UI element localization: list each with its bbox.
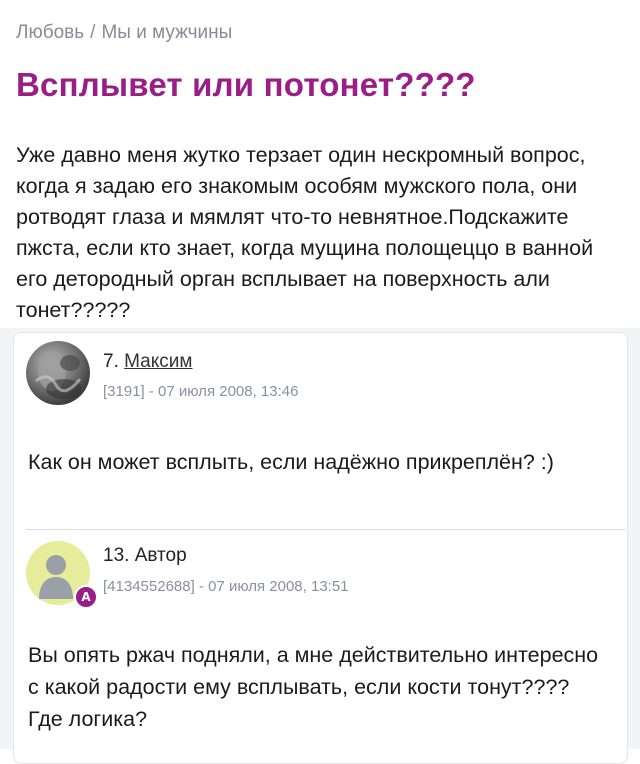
comment-text: Вы опять ржач подняли, а мне действитель… — [28, 643, 599, 731]
comment-author-link[interactable]: Максим — [124, 351, 192, 372]
comment-number: 7. — [103, 351, 119, 372]
comment-author-name: Автор — [134, 545, 187, 566]
comment-author-line: 7. Максим — [103, 351, 192, 373]
question-text: Уже давно меня жутко терзает один нескро… — [16, 143, 594, 322]
page-title: Всплывет или потонет???? — [16, 66, 476, 103]
comment-meta: [3191] - 07 июля 2008, 13:46 — [103, 383, 299, 400]
comment-divider — [26, 529, 626, 530]
breadcrumb-section-link[interactable]: Любовь — [16, 22, 84, 43]
comment-meta: [4134552688] - 07 июля 2008, 13:51 — [103, 578, 349, 595]
comment-text: Как он может всплыть, если надёжно прикр… — [28, 450, 554, 474]
author-badge: A — [74, 585, 98, 609]
comments-list: 7. Максим [3191] - 07 июля 2008, 13:46 К… — [13, 332, 628, 764]
breadcrumb-separator: / — [90, 22, 96, 43]
user-photo-icon[interactable] — [26, 341, 90, 405]
user-silhouette-icon[interactable]: A — [26, 541, 98, 609]
comment-author-line: 13. Автор — [103, 545, 187, 567]
comment-number: 13. — [103, 545, 130, 566]
breadcrumb: Любовь / Мы и мужчины — [16, 22, 232, 44]
breadcrumb-subsection-link[interactable]: Мы и мужчины — [101, 22, 232, 43]
